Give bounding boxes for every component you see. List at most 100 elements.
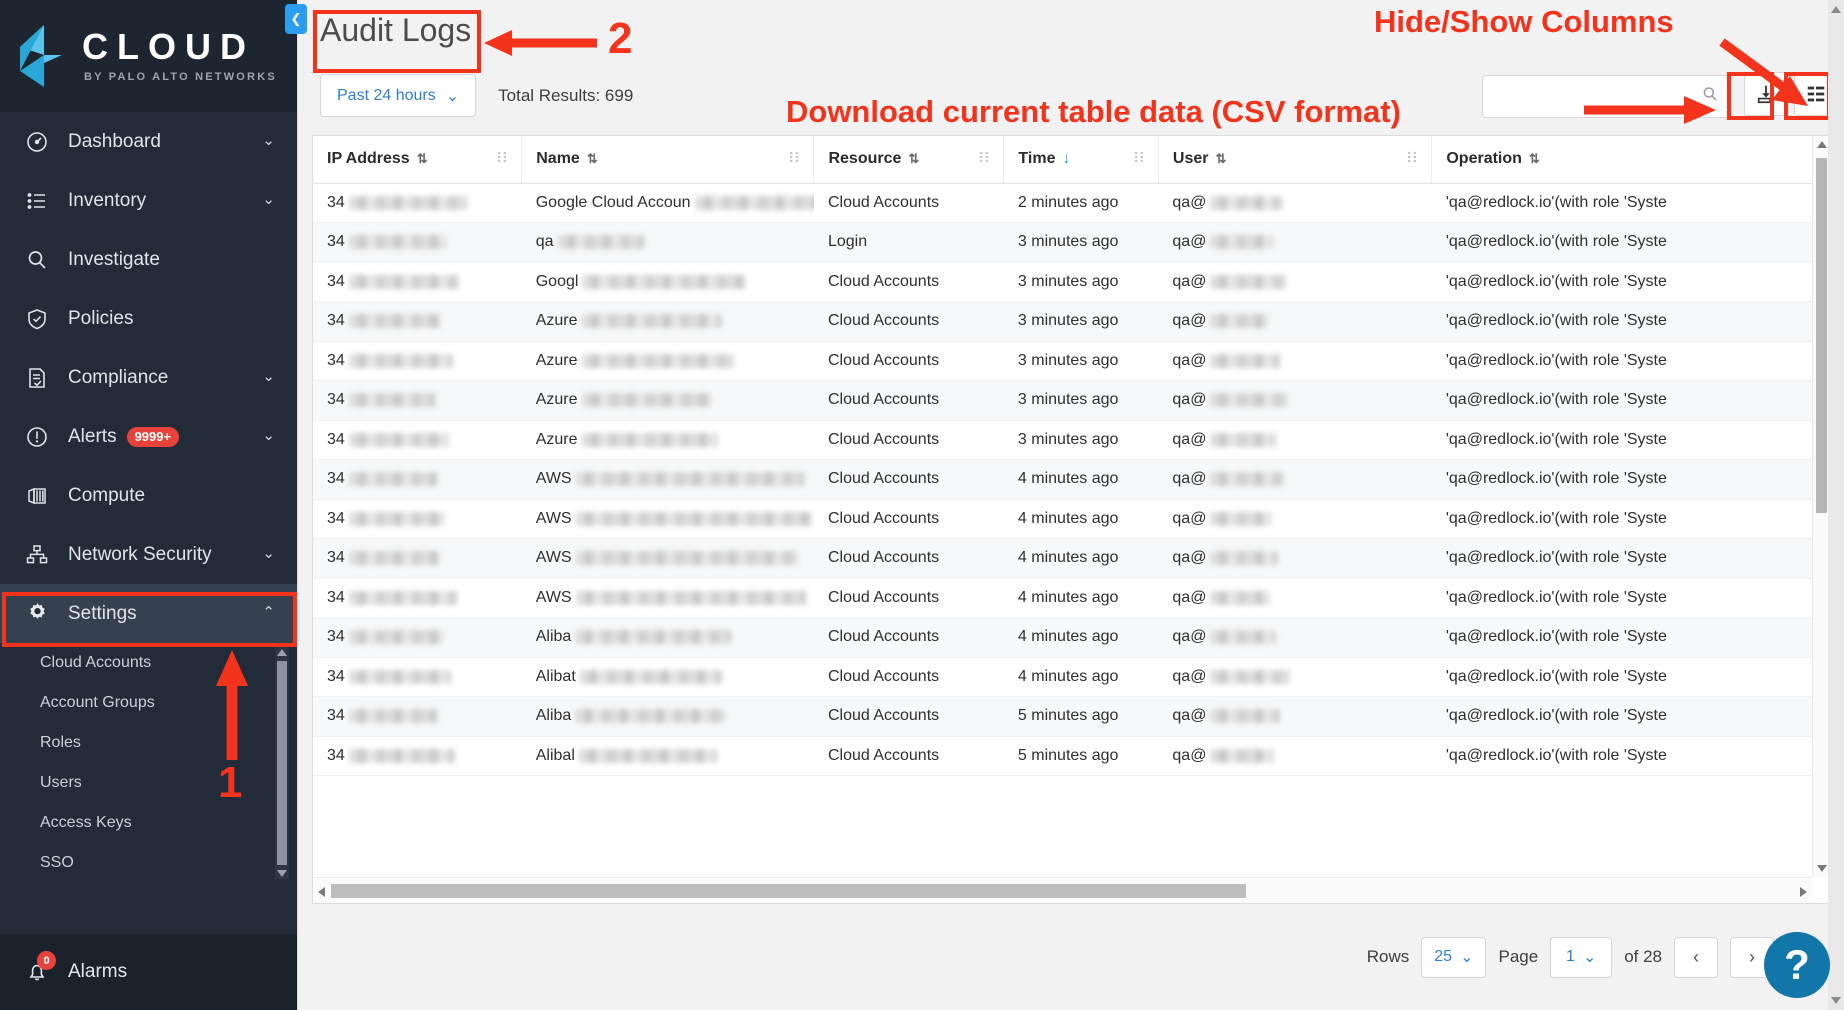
sidebar-item-alerts[interactable]: Alerts 9999+ ⌄ [0, 407, 297, 466]
column-grip-icon[interactable] [789, 149, 799, 170]
column-header-name[interactable]: Name⇅ [522, 136, 814, 183]
sidebar-item-settings[interactable]: Settings ⌃ [0, 584, 297, 643]
sort-desc-icon[interactable]: ↓ [1062, 150, 1068, 168]
cell-operation: 'qa@redlock.io'(with role 'Syste [1432, 578, 1829, 618]
cell-name: Azure [522, 341, 814, 381]
sidebar-item-sso[interactable]: SSO [0, 843, 297, 883]
previous-page-button[interactable]: ‹ [1674, 937, 1718, 978]
column-header-resource[interactable]: Resource⇅ [814, 136, 1004, 183]
column-header-time[interactable]: Time ↓ [1004, 136, 1158, 183]
table-row[interactable]: 34AlibatCloud Accounts4 minutes agoqa@'q… [313, 657, 1829, 697]
cell-resource: Cloud Accounts [814, 499, 1004, 539]
table-row[interactable]: 34GooglCloud Accounts3 minutes agoqa@'qa… [313, 262, 1829, 302]
chevron-left-icon: ‹ [1693, 947, 1699, 968]
scrollbar-thumb[interactable] [277, 661, 287, 865]
scroll-down-icon[interactable] [277, 870, 287, 877]
sidebar-item-alarms[interactable]: 0 Alarms [0, 934, 297, 1010]
page-select[interactable]: 1 ⌄ [1550, 937, 1612, 978]
cell-user: qa@ [1158, 381, 1431, 421]
table-row[interactable]: 34AWSCloud Accounts4 minutes agoqa@'qa@r… [313, 499, 1829, 539]
scroll-up-icon[interactable] [277, 649, 287, 656]
column-grip-icon[interactable] [979, 149, 989, 170]
scroll-up-icon[interactable] [1831, 6, 1841, 13]
cell-name: AWS [522, 460, 814, 500]
sidebar-collapse-button[interactable]: ❮ [285, 4, 307, 34]
scrollbar-thumb[interactable] [331, 884, 1246, 898]
table-row[interactable]: 34AzureCloud Accounts3 minutes agoqa@'qa… [313, 420, 1829, 460]
sidebar-item-compute[interactable]: Compute [0, 466, 297, 525]
sidebar-item-compliance[interactable]: Compliance ⌄ [0, 348, 297, 407]
sort-icon[interactable]: ⇅ [1215, 151, 1224, 167]
sidebar-item-policies[interactable]: Policies [0, 289, 297, 348]
search-icon[interactable] [1701, 85, 1719, 108]
cell-time: 5 minutes ago [1004, 736, 1158, 776]
rows-per-page-select[interactable]: 25 ⌄ [1421, 937, 1486, 978]
cell-name: AWS [522, 499, 814, 539]
sidebar-item-dashboard[interactable]: Dashboard ⌄ [0, 112, 297, 171]
scroll-down-icon[interactable] [1831, 997, 1841, 1004]
shield-icon [20, 307, 54, 331]
table-row[interactable]: 34Google Cloud AccounCloud Accounts2 min… [313, 183, 1829, 223]
scroll-left-icon[interactable] [318, 887, 325, 897]
sort-icon[interactable]: ⇅ [417, 151, 426, 167]
search-icon [20, 248, 54, 272]
help-button[interactable]: ? [1764, 932, 1830, 998]
submenu-scrollbar[interactable] [275, 647, 289, 879]
page-vertical-scrollbar[interactable] [1828, 0, 1844, 1010]
redacted-value [1210, 749, 1274, 763]
brand-logo[interactable]: CLOUD BY PALO ALTO NETWORKS [0, 0, 297, 112]
sidebar-item-investigate[interactable]: Investigate [0, 230, 297, 289]
column-grip-icon[interactable] [497, 149, 507, 170]
table-vertical-scrollbar[interactable] [1812, 136, 1829, 877]
scroll-down-icon[interactable] [1817, 865, 1827, 872]
table-row[interactable]: 34AWSCloud Accounts4 minutes agoqa@'qa@r… [313, 539, 1829, 579]
search-box[interactable] [1482, 75, 1732, 118]
sidebar-item-users[interactable]: Users [0, 763, 297, 803]
download-icon [1755, 83, 1777, 105]
table-row[interactable]: 34AzureCloud Accounts3 minutes agoqa@'qa… [313, 381, 1829, 421]
cell-ip-address: 34 [313, 183, 522, 223]
scroll-right-icon[interactable] [1800, 887, 1807, 897]
redacted-value [349, 275, 459, 289]
sidebar-item-account-groups[interactable]: Account Groups [0, 683, 297, 723]
rows-per-page-value: 25 [1434, 948, 1452, 966]
table-row[interactable]: 34AlibaCloud Accounts4 minutes agoqa@'qa… [313, 618, 1829, 658]
time-range-filter[interactable]: Past 24 hours ⌄ [320, 74, 476, 117]
table-row[interactable]: 34AlibaCloud Accounts5 minutes agoqa@'qa… [313, 697, 1829, 737]
column-label: Time [1018, 150, 1055, 168]
page-value: 1 [1566, 948, 1575, 966]
cell-operation: 'qa@redlock.io'(with role 'Syste [1432, 657, 1829, 697]
cell-ip-address: 34 [313, 539, 522, 579]
search-input[interactable] [1495, 88, 1701, 105]
sidebar-item-network-security[interactable]: Network Security ⌄ [0, 525, 297, 584]
column-header-ip-address[interactable]: IP Address⇅ [313, 136, 522, 183]
column-grip-icon[interactable] [1407, 149, 1417, 170]
sidebar-item-access-keys[interactable]: Access Keys [0, 803, 297, 843]
table-row[interactable]: 34qaLogin3 minutes agoqa@'qa@redlock.io'… [313, 223, 1829, 263]
cell-name: Alibal [522, 736, 814, 776]
column-header-user[interactable]: User⇅ [1158, 136, 1431, 183]
table-row[interactable]: 34AlibalCloud Accounts5 minutes agoqa@'q… [313, 736, 1829, 776]
sort-icon[interactable]: ⇅ [587, 151, 596, 167]
cell-operation: 'qa@redlock.io'(with role 'Syste [1432, 223, 1829, 263]
sort-icon[interactable]: ⇅ [908, 151, 917, 167]
column-grip-icon[interactable] [1134, 149, 1144, 170]
table-row[interactable]: 34AzureCloud Accounts3 minutes agoqa@'qa… [313, 341, 1829, 381]
sidebar-item-roles[interactable]: Roles [0, 723, 297, 763]
question-mark-icon: ? [1784, 941, 1810, 989]
table-horizontal-scrollbar[interactable] [313, 877, 1812, 903]
column-header-operation[interactable]: Operation⇅ [1432, 136, 1829, 183]
sidebar-item-cloud-accounts[interactable]: Cloud Accounts [0, 643, 297, 683]
scroll-up-icon[interactable] [1817, 141, 1827, 148]
scrollbar-thumb[interactable] [1816, 158, 1827, 513]
cell-resource: Cloud Accounts [814, 539, 1004, 579]
sidebar-item-inventory[interactable]: Inventory ⌄ [0, 171, 297, 230]
table-row[interactable]: 34AWSCloud Accounts4 minutes agoqa@'qa@r… [313, 460, 1829, 500]
table-row[interactable]: 34AzureCloud Accounts3 minutes agoqa@'qa… [313, 302, 1829, 342]
submenu-label: SSO [40, 854, 74, 872]
audit-logs-table-container: IP Address⇅ Name⇅ Resource⇅ [312, 135, 1830, 904]
sort-icon[interactable]: ⇅ [1529, 151, 1538, 167]
download-csv-button[interactable] [1744, 72, 1788, 116]
cell-user: qa@ [1158, 618, 1431, 658]
table-row[interactable]: 34AWSCloud Accounts4 minutes agoqa@'qa@r… [313, 578, 1829, 618]
